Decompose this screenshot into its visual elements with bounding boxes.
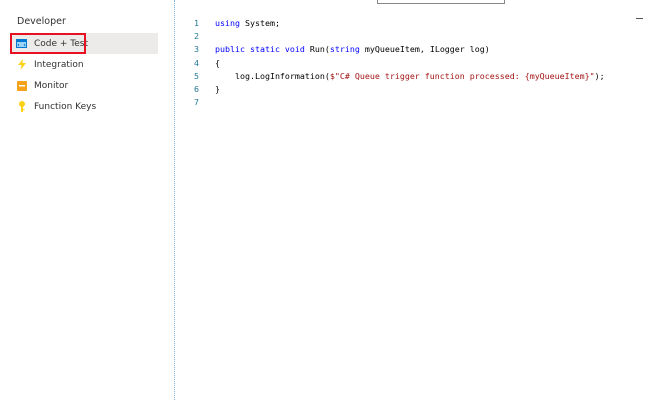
code-line[interactable]: 1 using System; bbox=[176, 17, 646, 29]
line-code: using System; bbox=[215, 17, 280, 29]
sidebar: Developer Code + Test Integration Monito… bbox=[0, 0, 174, 400]
sidebar-item-integration[interactable]: Integration bbox=[10, 54, 158, 75]
code-line[interactable]: 6} bbox=[176, 83, 646, 95]
code-token: using bbox=[215, 18, 240, 28]
code-line[interactable]: 2 bbox=[176, 30, 646, 42]
line-number: 2 bbox=[194, 31, 199, 42]
line-code: { bbox=[215, 57, 220, 69]
code-line[interactable]: 4{ bbox=[176, 57, 646, 69]
code-token: ); bbox=[594, 70, 605, 81]
code-token: log.LogInformation( bbox=[215, 70, 330, 81]
code-token: Run( bbox=[304, 44, 330, 55]
sidebar-item-label: Monitor bbox=[34, 80, 69, 91]
code-line[interactable]: 5 log.LogInformation($"C# Queue trigger … bbox=[176, 70, 646, 82]
function-app-window: Developer Code + Test Integration Monito… bbox=[0, 0, 650, 400]
line-code: public static void Run(string myQueueIte… bbox=[215, 43, 490, 55]
code-line[interactable]: 3 public static void Run(string myQueueIt… bbox=[176, 43, 646, 55]
sidebar-item-label: Function Keys bbox=[34, 101, 97, 112]
code-token: myQueueItem, ILogger log) bbox=[359, 44, 490, 55]
line-code: log.LogInformation($"C# Queue trigger fu… bbox=[215, 70, 605, 82]
sidebar-item-label: Integration bbox=[34, 59, 84, 70]
line-number: 4 bbox=[194, 57, 199, 68]
line-number: 6 bbox=[194, 84, 199, 94]
panel-divider[interactable] bbox=[174, 0, 175, 400]
sidebar-item-function-keys[interactable]: Function Keys bbox=[10, 96, 158, 117]
line-number: 7 bbox=[194, 97, 199, 108]
line-code: } bbox=[215, 83, 220, 95]
line-number: 3 bbox=[194, 44, 199, 55]
code-line[interactable]: 7 bbox=[176, 96, 646, 108]
sidebar-item-label: Code + Test bbox=[34, 38, 89, 49]
code-token: string bbox=[329, 44, 360, 55]
file-select-dropdown[interactable] bbox=[377, 0, 505, 4]
code-token: $"C# Queue trigger function processed: {… bbox=[329, 70, 595, 81]
code-token: } bbox=[215, 84, 220, 94]
line-number: 1 bbox=[194, 18, 199, 28]
code-editor[interactable]: 1 using System; 2 3 public static void Run(s… bbox=[176, 10, 650, 400]
code-token: { bbox=[215, 57, 220, 68]
monitor-icon bbox=[16, 80, 27, 91]
code-token: System; bbox=[239, 18, 280, 28]
sidebar-item-monitor[interactable]: Monitor bbox=[10, 75, 158, 96]
line-number: 5 bbox=[194, 70, 199, 81]
code-test-icon bbox=[16, 38, 27, 49]
sidebar-section-title: Developer bbox=[17, 16, 66, 27]
key-icon bbox=[16, 101, 27, 112]
sidebar-item-code-test[interactable]: Code + Test bbox=[10, 33, 158, 54]
code-token: public static void bbox=[215, 44, 305, 55]
lightning-bolt-icon bbox=[16, 59, 27, 70]
top-toolbar-strip bbox=[175, 0, 650, 8]
